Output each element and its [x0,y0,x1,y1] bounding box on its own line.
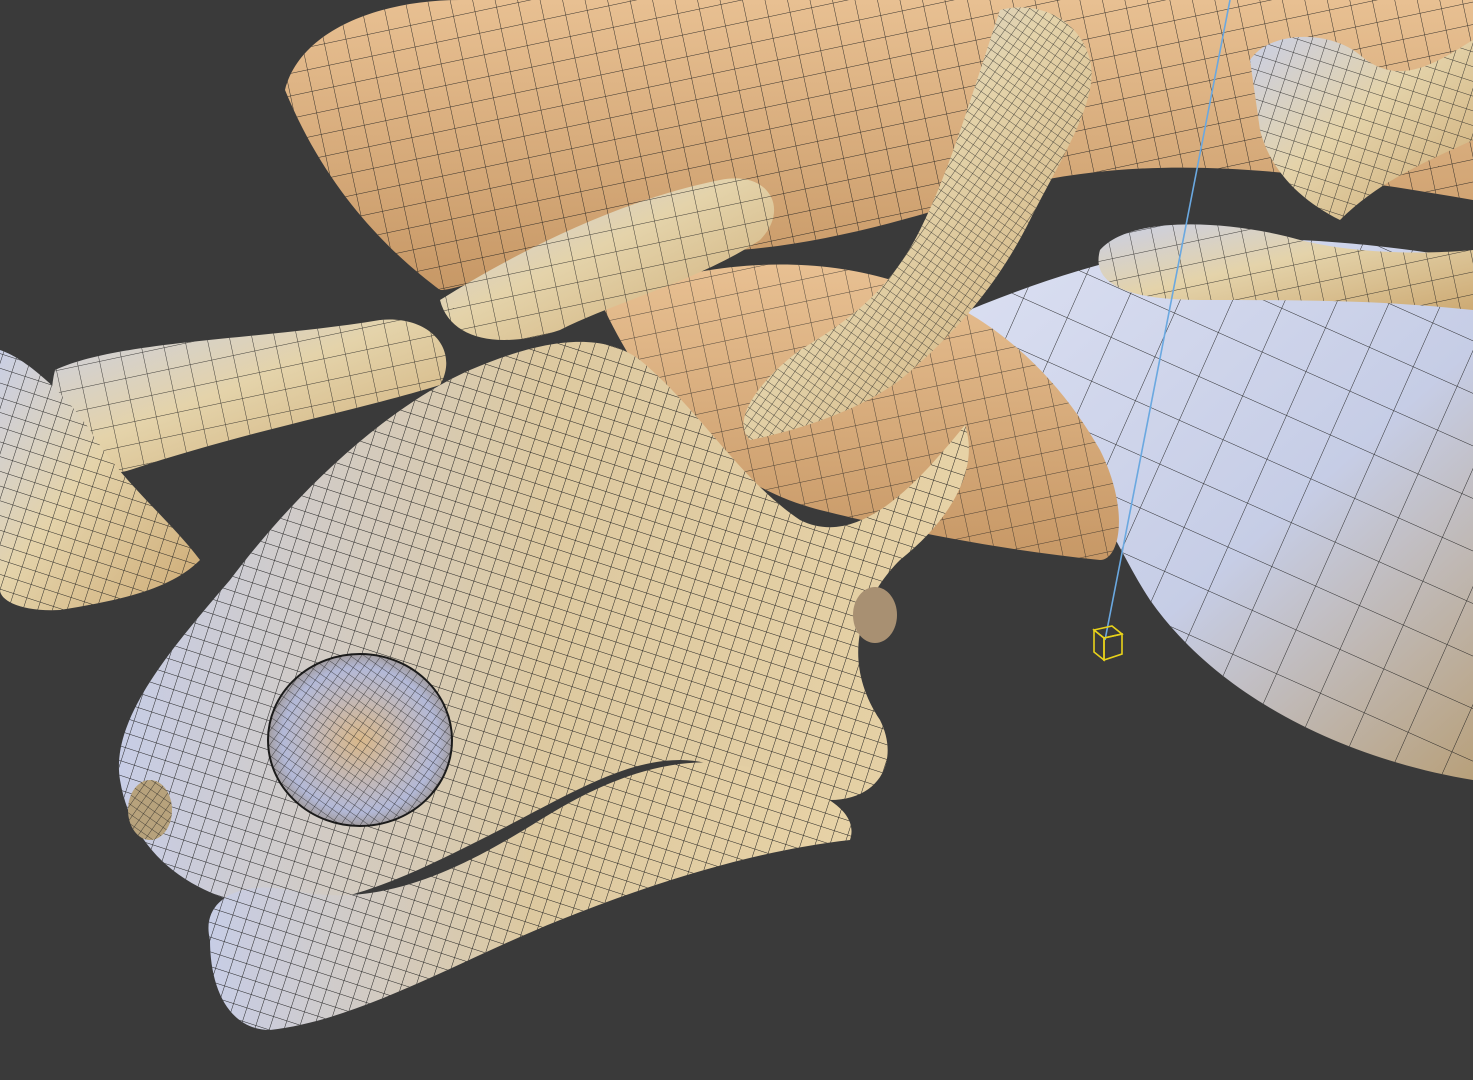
ear-opening [853,587,897,643]
cube-helper-icon[interactable] [1092,625,1124,662]
3d-viewport[interactable] [0,0,1473,1080]
viewport-scene[interactable] [0,0,1473,1080]
